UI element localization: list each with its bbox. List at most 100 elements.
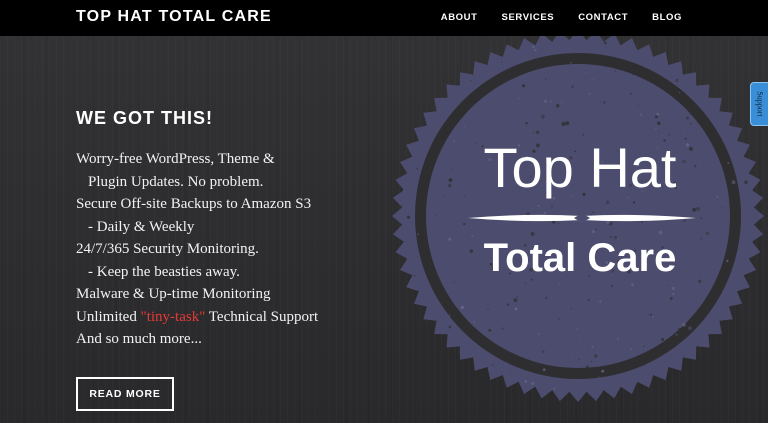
- seal-speckle: [524, 379, 528, 383]
- seal-speckle: [501, 327, 504, 330]
- seal-speckle: [591, 360, 593, 362]
- seal-speckle: [617, 349, 619, 351]
- seal-speckle: [555, 104, 560, 108]
- seal-speckle: [488, 328, 492, 332]
- seal-speckle: [727, 161, 730, 164]
- seal-speckle: [536, 130, 540, 134]
- seal-speckle: [671, 286, 676, 291]
- site-brand[interactable]: TOP HAT TOTAL CARE: [76, 8, 272, 26]
- seal-speckle: [407, 215, 410, 219]
- seal-speckle: [578, 358, 580, 361]
- seal-speckle: [560, 102, 563, 104]
- seal-speckle: [632, 201, 636, 204]
- seal-title: Top Hat: [483, 136, 677, 199]
- seal-speckle: [570, 61, 572, 64]
- seal-speckle: [456, 311, 460, 315]
- seal-speckle: [417, 233, 419, 235]
- seal-speckle: [731, 180, 736, 185]
- seal-speckle: [462, 111, 466, 115]
- main-navigation: ABOUT SERVICES CONTACT BLOG: [417, 12, 682, 23]
- seal-speckle: [729, 202, 734, 206]
- feature-line: Secure Off-site Backups to Amazon S3: [76, 196, 312, 212]
- seal-speckle: [413, 275, 416, 277]
- seal-speckle: [669, 297, 673, 300]
- seal-speckle: [638, 296, 641, 299]
- seal-speckle: [688, 326, 692, 331]
- seal-speckle: [457, 225, 459, 227]
- support-tab[interactable]: Support: [750, 82, 768, 126]
- seal-speckle: [494, 204, 496, 206]
- seal-speckle: [668, 206, 670, 208]
- top-navigation-bar: TOP HAT TOTAL CARE ABOUT SERVICES CONTAC…: [0, 0, 768, 36]
- seal-speckle: [703, 305, 708, 310]
- seal-speckle: [558, 318, 560, 320]
- nav-item-about[interactable]: ABOUT: [441, 12, 478, 23]
- seal-speckle: [656, 112, 659, 116]
- seal-speckle: [675, 333, 678, 336]
- seal-speckle: [649, 313, 653, 317]
- nav-item-services[interactable]: SERVICES: [502, 12, 555, 23]
- seal-speckle: [666, 88, 669, 92]
- seal-speckle: [416, 167, 418, 170]
- seal-speckle: [538, 333, 540, 336]
- seal-speckle: [603, 41, 607, 45]
- seal-speckle: [542, 368, 546, 372]
- seal-speckle: [709, 127, 712, 129]
- seal-speckle: [489, 69, 491, 71]
- seal-speckle: [630, 348, 633, 350]
- seal-speckle: [631, 283, 634, 287]
- seal-speckle: [597, 376, 600, 378]
- seal-speckle: [448, 237, 452, 241]
- seal-speckle: [591, 345, 594, 348]
- seal-speckle: [541, 114, 545, 119]
- seal-speckle: [716, 196, 718, 198]
- feature-line: 24/7/365 Security Monitoring.: [76, 241, 259, 257]
- seal-speckle: [447, 183, 452, 188]
- seal-speckle: [618, 43, 620, 45]
- nav-item-blog[interactable]: BLOG: [652, 12, 682, 23]
- page: TOP HAT TOTAL CARE ABOUT SERVICES CONTAC…: [0, 0, 768, 423]
- nav-item-contact[interactable]: CONTACT: [578, 12, 628, 23]
- seal-speckle: [658, 230, 663, 235]
- seal-speckle: [518, 97, 521, 100]
- seal-speckle: [689, 98, 692, 102]
- seal-speckle: [599, 300, 602, 303]
- seal-speckle: [525, 121, 528, 125]
- seal-speckle: [459, 321, 461, 323]
- feature-line: Malware & Up-time Monitoring: [76, 286, 271, 302]
- seal-speckle: [575, 372, 578, 375]
- seal-speckle: [537, 204, 540, 207]
- seal-speckle: [685, 116, 689, 120]
- seal-speckle: [654, 115, 659, 119]
- seal-speckle: [679, 92, 681, 94]
- seal-speckle: [506, 303, 510, 307]
- seal-speckle: [579, 339, 581, 341]
- seal-speckle: [631, 71, 636, 76]
- seal-speckle: [721, 206, 723, 209]
- seal-speckle: [654, 127, 657, 130]
- seal-speckle: [431, 261, 434, 263]
- seal-speckle: [448, 178, 453, 182]
- seal-speckle: [530, 381, 535, 386]
- seal-speckle: [443, 195, 445, 198]
- seal-speckle: [545, 296, 548, 300]
- feature-line-support: Unlimited "tiny-task" Technical Support: [76, 306, 376, 329]
- seal-speckle: [605, 47, 607, 49]
- seal-speckle: [583, 374, 585, 377]
- feature-line: Worry-free WordPress, Theme &: [76, 151, 275, 167]
- seal-speckle: [448, 314, 451, 316]
- seal-speckle: [565, 121, 570, 126]
- seal-speckle: [643, 345, 645, 348]
- seal-speckle: [696, 207, 700, 211]
- seal-speckle: [570, 307, 573, 310]
- hero-heading: WE GOT THIS!: [76, 108, 213, 128]
- seal-speckle: [689, 122, 692, 125]
- seal-speckle: [559, 351, 561, 353]
- seal-speckle: [595, 229, 597, 231]
- seal-speckle: [605, 200, 610, 205]
- feature-line: Plugin Updates. No problem.: [88, 173, 264, 190]
- seal-speckle: [719, 271, 722, 275]
- seal-speckle: [453, 281, 455, 283]
- seal-speckle: [452, 140, 456, 143]
- read-more-button[interactable]: READ MORE: [76, 377, 174, 411]
